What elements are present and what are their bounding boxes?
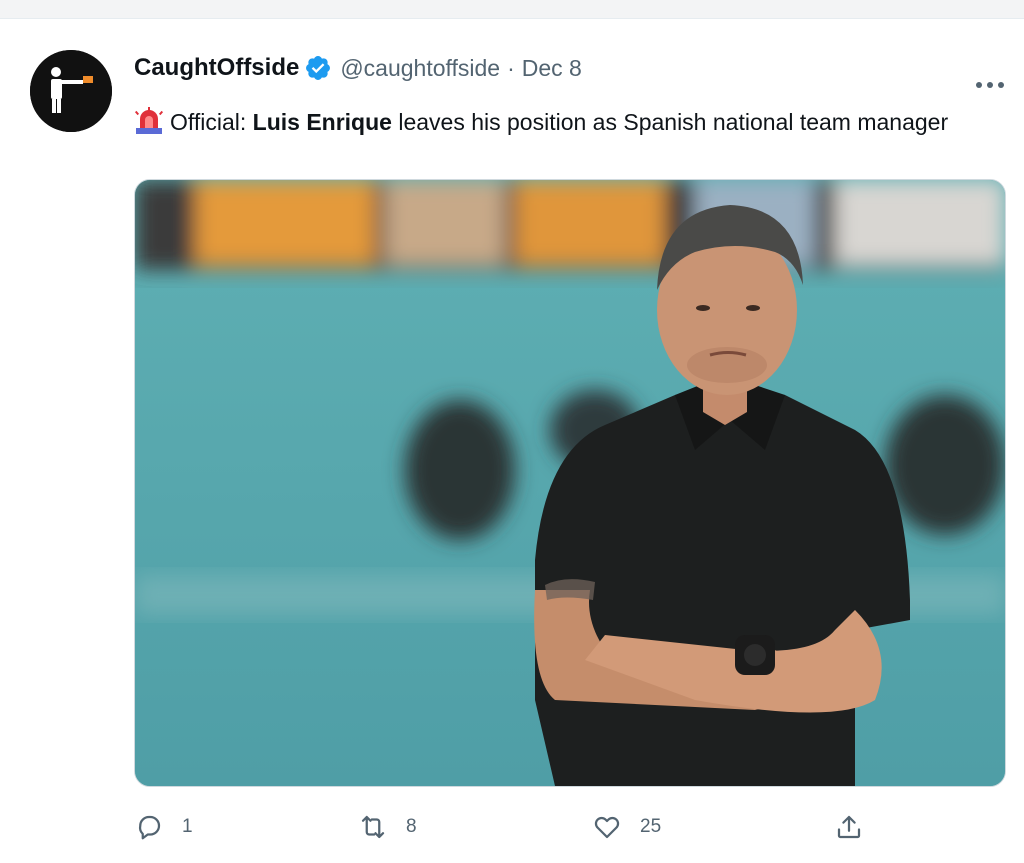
tweet-text-rest: leaves his position as Spanish national … [391, 109, 949, 135]
avatar[interactable] [30, 50, 112, 132]
more-icon [976, 82, 1004, 88]
more-button[interactable] [972, 71, 1008, 99]
tweet-card[interactable]: CaughtOffside @caughtoffside · Dec 8 Off… [0, 18, 1024, 863]
heart-icon [594, 816, 620, 839]
verified-badge-icon [304, 54, 332, 82]
tweet-media-photo[interactable] [134, 179, 1006, 787]
reply-count: 1 [182, 816, 193, 837]
reply-button[interactable]: 1 [134, 809, 193, 845]
reply-icon [138, 815, 161, 840]
retweet-count: 8 [406, 816, 417, 837]
tweet-text-prefix: Official: [170, 109, 253, 135]
separator: · [507, 54, 515, 81]
referee-avatar-icon [30, 50, 112, 132]
display-name[interactable]: CaughtOffside [134, 54, 299, 82]
photo-icon [135, 180, 1005, 786]
retweet-button[interactable]: 8 [358, 809, 417, 845]
tweet-header: CaughtOffside @caughtoffside · Dec 8 [134, 51, 582, 85]
share-button[interactable] [834, 809, 864, 845]
tweet-date[interactable]: Dec 8 [522, 55, 582, 82]
like-count: 25 [640, 816, 662, 837]
share-icon [837, 815, 861, 839]
tweet-actions: 1 8 25 [134, 809, 874, 845]
like-button[interactable]: 25 [592, 809, 661, 845]
siren-icon [134, 107, 164, 135]
retweet-icon [361, 815, 385, 839]
tweet-text: Official: Luis Enrique leaves his positi… [134, 105, 974, 139]
tweet-text-bold: Luis Enrique [252, 109, 392, 135]
handle[interactable]: @caughtoffside [340, 55, 500, 82]
